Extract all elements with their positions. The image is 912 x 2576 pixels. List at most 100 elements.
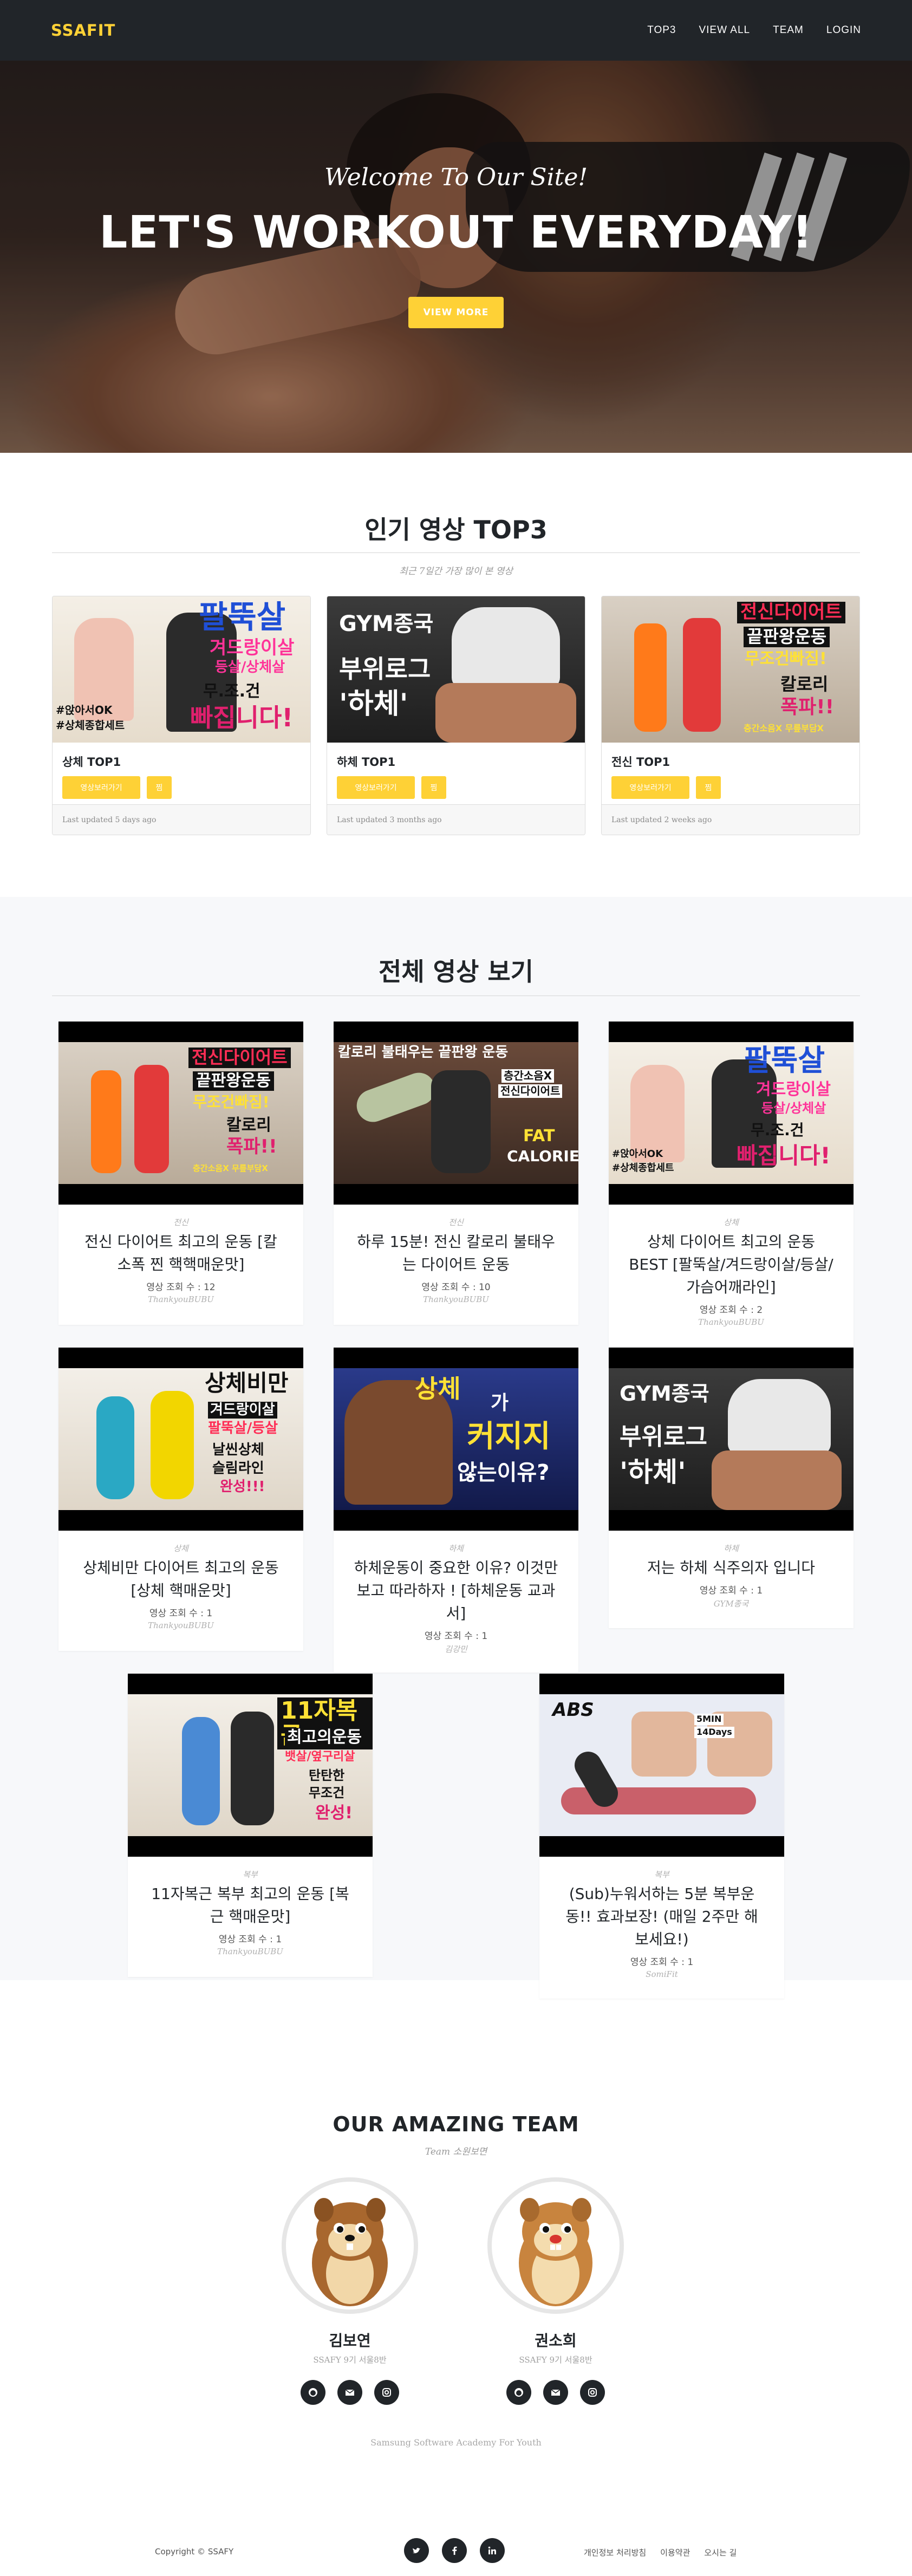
- github-icon[interactable]: [506, 2380, 531, 2405]
- video-card[interactable]: 상체 가 커지지 않는이유? 하체 하체운동이 중요한 이유? 이것만 보고 따…: [334, 1348, 578, 1673]
- video-title[interactable]: 전신 다이어트 최고의 운동 [칼소폭 찐 핵핵매운맛]: [78, 1231, 284, 1276]
- github-icon[interactable]: [301, 2380, 325, 2405]
- view-more-button[interactable]: VIEW MORE: [408, 297, 504, 328]
- video-card[interactable]: 팔뚝살 겨드랑이살 등살/상체살 무.조.건 빠집니다! #앉아서OK #상체종…: [609, 1022, 854, 1346]
- top3-card[interactable]: 전신다이어트 끝판왕운동 무조건빠짐! 칼로리 폭파!! 층간소음X 무릎부담X…: [601, 596, 860, 835]
- thumb-text: 팔뚝살/등살: [208, 1420, 278, 1436]
- video-card[interactable]: 전신다이어트 끝판왕운동 무조건빠짐! 칼로리 폭파!! 층간소음X 무릎부담X…: [58, 1022, 303, 1325]
- chipmunk-icon: [312, 2198, 388, 2306]
- video-author: ThankyouBUBU: [148, 1294, 214, 1304]
- video-thumbnail[interactable]: 팔뚝살 겨드랑이살 등살/상체살 무.조.건 빠집니다! #앉아서OK #상체종…: [53, 596, 310, 743]
- thumb-text: 등살/상체살: [761, 1101, 826, 1116]
- video-category: 상체: [724, 1218, 739, 1227]
- thumb-text: 전신다이어트: [737, 602, 845, 623]
- nav-link-team[interactable]: TEAM: [773, 24, 804, 36]
- nav-link-login[interactable]: LOGIN: [826, 24, 861, 36]
- thumb-text: 5MIN: [694, 1714, 724, 1725]
- mail-icon[interactable]: [543, 2380, 568, 2405]
- watch-video-button[interactable]: 영상보러가기: [62, 776, 140, 799]
- view-count: 영상 조회 수 : 12: [146, 1282, 216, 1293]
- video-thumbnail[interactable]: ABS 5MIN 14Days: [539, 1674, 784, 1857]
- video-title[interactable]: 저는 하체 식주의자 입니다: [628, 1557, 834, 1579]
- video-title[interactable]: 하루 15분! 전신 칼로리 불태우는 다이어트 운동: [353, 1231, 559, 1276]
- thumb-text: 폭파!!: [780, 696, 835, 718]
- instagram-icon[interactable]: [374, 2380, 399, 2405]
- video-card[interactable]: 칼로리 불태우는 끝판왕 운동 층간소음X 전신다이어트 FAT CALORIE…: [334, 1022, 578, 1325]
- mail-icon[interactable]: [337, 2380, 362, 2405]
- thumb-text: 무조건빠짐!: [745, 649, 827, 668]
- thumb-text: 칼로리: [226, 1116, 271, 1135]
- video-card[interactable]: ABS 5MIN 14Days 복부 (Sub)누워서하는 5분 복부운동!! …: [539, 1674, 784, 1999]
- top3-card[interactable]: GYM종국 부위로그 '하체' 하체 TOP1 영상보러가기 찜 Last up…: [327, 596, 585, 835]
- footer-link-directions[interactable]: 오시는 길: [704, 2547, 737, 2558]
- video-category: 복부: [654, 1870, 669, 1879]
- video-card[interactable]: 상체비만 겨드랑이살 팔뚝살/등살 날씬상체 슬림라인 완성!!! 상체 상체비…: [58, 1348, 303, 1651]
- video-category: 전신: [173, 1218, 188, 1227]
- view-count: 영상 조회 수 : 2: [699, 1305, 763, 1316]
- thumb-text: 빠집니다!: [737, 1142, 831, 1169]
- video-author: ThankyouBUBU: [148, 1621, 214, 1630]
- thumb-text: CALORIE: [507, 1147, 578, 1165]
- video-thumbnail[interactable]: 전신다이어트 끝판왕운동 무조건빠짐! 칼로리 폭파!! 층간소음X 무릎부담X: [602, 596, 859, 743]
- video-thumbnail[interactable]: 칼로리 불태우는 끝판왕 운동 층간소음X 전신다이어트 FAT CALORIE: [334, 1022, 578, 1205]
- like-button[interactable]: 찜: [421, 776, 446, 799]
- thumb-text: 전신다이어트: [188, 1048, 291, 1068]
- thumb-text: 칼로리 불태우는 끝판왕 운동: [338, 1044, 509, 1061]
- top3-card[interactable]: 팔뚝살 겨드랑이살 등살/상체살 무.조.건 빠집니다! #앉아서OK #상체종…: [52, 596, 311, 835]
- video-title[interactable]: 11자복근 복부 최고의 운동 [복근 핵매운맛]: [147, 1883, 353, 1928]
- video-thumbnail[interactable]: GYM종국 부위로그 '하체': [609, 1348, 854, 1531]
- hero-title: LET'S WORKOUT EVERYDAY!: [99, 207, 813, 258]
- thumb-text: 층간소음X 무릎부담X: [744, 723, 824, 733]
- avatar: [487, 2177, 624, 2314]
- brand-logo[interactable]: SSAFIT: [51, 21, 115, 40]
- video-title[interactable]: 상체비만 다이어트 최고의 운동 [상체 핵매운맛]: [78, 1557, 284, 1602]
- thumb-text: 팔뚝살: [199, 599, 286, 635]
- card-title: 전신 TOP1: [611, 756, 670, 769]
- view-count: 영상 조회 수 : 1: [630, 1957, 694, 1968]
- team-subtitle: Team 소원보면: [425, 2146, 487, 2157]
- nav-link-view-all[interactable]: VIEW ALL: [699, 24, 750, 36]
- view-count: 영상 조회 수 : 1: [699, 1585, 763, 1596]
- navbar: SSAFIT TOP3 VIEW ALL TEAM LOGIN: [0, 0, 912, 61]
- footer-link-terms[interactable]: 이용약관: [660, 2547, 690, 2558]
- video-thumbnail[interactable]: 11자복근 최고의운동 뱃살/옆구리살 탄탄한 무조건 완성!: [128, 1674, 373, 1857]
- like-button[interactable]: 찜: [696, 776, 721, 799]
- thumb-text: 등살/상체살: [215, 659, 285, 675]
- view-count: 영상 조회 수 : 10: [421, 1282, 491, 1293]
- nav-link-top3[interactable]: TOP3: [647, 24, 676, 36]
- thumb-text: 뱃살/옆구리살: [285, 1750, 355, 1764]
- video-title[interactable]: 하체운동이 중요한 이유? 이것만 보고 따라하자 ! [하체운동 교과서]: [353, 1557, 559, 1625]
- thumb-text: 상체: [415, 1374, 461, 1403]
- video-thumbnail[interactable]: GYM종국 부위로그 '하체': [327, 596, 585, 743]
- thumb-text: 탄탄한: [309, 1768, 345, 1783]
- facebook-icon[interactable]: [442, 2538, 467, 2563]
- video-title[interactable]: (Sub)누워서하는 5분 복부운동!! 효과보장! (매일 2주만 해보세요!…: [559, 1883, 765, 1951]
- instagram-icon[interactable]: [580, 2380, 605, 2405]
- twitter-icon[interactable]: [404, 2538, 429, 2563]
- footer-socials: [404, 2538, 505, 2563]
- member-role: SSAFY 9기 서울8반: [313, 2355, 387, 2365]
- like-button[interactable]: 찜: [147, 776, 172, 799]
- video-thumbnail[interactable]: 전신다이어트 끝판왕운동 무조건빠짐! 칼로리 폭파!! 층간소음X 무릎부담X: [58, 1022, 303, 1205]
- video-card[interactable]: GYM종국 부위로그 '하체' 하체 저는 하체 식주의자 입니다 영상 조회 …: [609, 1348, 854, 1628]
- footer-link-privacy[interactable]: 개인정보 처리방침: [584, 2547, 646, 2558]
- thumb-text: #앉아서OK: [612, 1148, 663, 1160]
- linkedin-icon[interactable]: [480, 2538, 505, 2563]
- watch-video-button[interactable]: 영상보러가기: [337, 776, 415, 799]
- avatar: [282, 2177, 418, 2314]
- thumb-text: 겨드랑이살: [208, 1402, 277, 1419]
- video-thumbnail[interactable]: 팔뚝살 겨드랑이살 등살/상체살 무.조.건 빠집니다! #앉아서OK #상체종…: [609, 1022, 854, 1205]
- watch-video-button[interactable]: 영상보러가기: [611, 776, 689, 799]
- video-title[interactable]: 상체 다이어트 최고의 운동 BEST [팔뚝살/겨드랑이살/등살/가슴어깨라인…: [628, 1231, 834, 1299]
- video-thumbnail[interactable]: 상체 가 커지지 않는이유?: [334, 1348, 578, 1531]
- footer-links: 개인정보 처리방침 이용약관 오시는 길: [584, 2547, 737, 2558]
- thumb-text: 칼로리: [780, 674, 829, 694]
- video-category: 상체: [173, 1544, 188, 1553]
- video-author: SomiFit: [646, 1969, 678, 1979]
- video-card[interactable]: 11자복근 최고의운동 뱃살/옆구리살 탄탄한 무조건 완성! 복부 11자복근…: [128, 1674, 373, 1977]
- thumb-text: 폭파!!: [226, 1136, 277, 1157]
- thumb-text: 겨드랑이살: [210, 637, 295, 659]
- video-thumbnail[interactable]: 상체비만 겨드랑이살 팔뚝살/등살 날씬상체 슬림라인 완성!!!: [58, 1348, 303, 1531]
- card-title: 상체 TOP1: [62, 756, 121, 769]
- thumb-text: 부위로그: [339, 654, 431, 684]
